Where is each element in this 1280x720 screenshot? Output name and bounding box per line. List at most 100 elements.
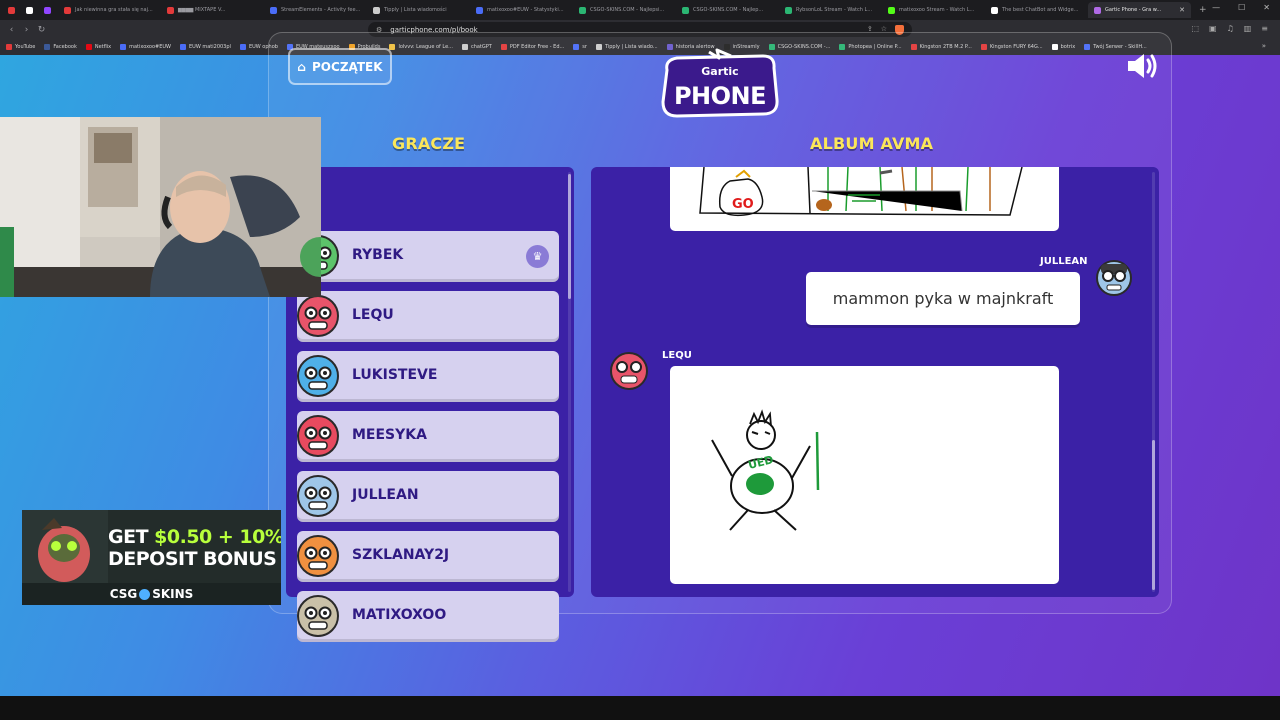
drawing-money-text: GO (732, 197, 754, 212)
players-scrollbar-thumb[interactable] (568, 174, 571, 299)
tab-label: CSGO-SKINS.COM - Najlep... (693, 7, 764, 13)
player-avatar-icon (297, 475, 339, 517)
start-button[interactable]: ⌂ POCZĄTEK (288, 48, 392, 85)
tab-favicon-icon (8, 6, 15, 14)
logo-text-bottom: PHONE (673, 82, 767, 110)
tab-label: CSGO-SKINS.COM - Najlepsi... (590, 7, 665, 13)
browser-tab[interactable]: Tipply | Lista wiadomości (367, 2, 470, 18)
players-heading: GRACZE (392, 134, 466, 153)
drawing-author-name: LEQU (662, 350, 692, 361)
bookmark-item[interactable]: Facebook (44, 44, 83, 50)
bookmark-favicon-icon (180, 44, 186, 50)
tab-favicon-icon (476, 6, 483, 14)
player-avatar-icon (297, 595, 339, 637)
browser-tab[interactable] (4, 2, 22, 18)
start-button-label: POCZĄTEK (312, 59, 383, 74)
tab-label: RybsonLoL Stream - Watch L... (796, 7, 873, 13)
bookmark-item[interactable]: YouTube (6, 44, 41, 50)
tab-favicon-icon (888, 6, 895, 14)
browser-tab[interactable]: CSGO-SKINS.COM - Najlep... (676, 2, 779, 18)
bookmark-label: EUW mati2003pl (189, 44, 231, 50)
minimize-icon[interactable]: — (1212, 3, 1220, 12)
gartic-phone-logo: Gartic PHONE (657, 48, 783, 122)
tab-favicon-icon (64, 6, 71, 14)
back-icon[interactable]: ‹ (4, 25, 19, 35)
bookmark-item[interactable]: EUW mati2003pl (180, 44, 237, 50)
bookmark-item[interactable]: Netflix (85, 44, 117, 50)
tab-favicon-icon (270, 6, 277, 14)
sponsor-brand-logo-icon (139, 588, 151, 600)
sponsor-brand: CSG SKINS (22, 583, 281, 605)
window-controls: — ☐ ✕ (1212, 3, 1270, 12)
maximize-icon[interactable]: ☐ (1238, 3, 1245, 12)
tab-favicon-icon (167, 6, 174, 14)
wallet-icon[interactable]: ▣ (1209, 24, 1217, 33)
player-name: SZKLANAY2J (352, 547, 450, 563)
tab-label: Jak niewinna gra stała się naj... (75, 7, 153, 13)
browser-tab[interactable]: RybsonLoL Stream - Watch L... (779, 2, 882, 18)
album-scrollbar-thumb[interactable] (1152, 440, 1155, 590)
browser-tab[interactable]: matixoxoo#EUW - Statystyki... (470, 2, 573, 18)
bookmark-item[interactable]: matixoxoo#EUW (120, 44, 177, 50)
tab-favicon-icon (991, 6, 998, 14)
tab-label: matixoxoo#EUW - Statystyki... (487, 7, 564, 13)
lequ-avatar-icon (610, 352, 648, 390)
tab-label: matixoxoo Stream - Watch L... (899, 7, 975, 13)
browser-tab[interactable]: ▆▆▆▆ MIXTAPE V... (161, 2, 264, 18)
bookmarks-overflow-icon[interactable]: » (1262, 42, 1266, 50)
browser-tab[interactable] (40, 2, 58, 18)
player-name: JULLEAN (352, 487, 419, 503)
menu-icon[interactable]: ≡ (1261, 24, 1268, 33)
webcam-overlay (0, 117, 321, 297)
sponsor-subheadline: DEPOSIT BONUS (108, 548, 277, 570)
bookmark-favicon-icon (85, 44, 92, 50)
sponsor-banner[interactable]: GET $0.50 + 10% DEPOSIT BONUS CSG SKINS (22, 510, 281, 605)
home-icon: ⌂ (297, 59, 307, 74)
browser-tab[interactable]: StreamElements - Activity fee... (264, 2, 367, 18)
tab-label: The best ChatBot and Widge... (1002, 7, 1079, 13)
reload-icon[interactable]: ↻ (34, 25, 49, 35)
close-window-icon[interactable]: ✕ (1263, 3, 1270, 12)
forward-icon[interactable]: › (19, 25, 34, 35)
tab-favicon-icon (26, 6, 33, 14)
tab-label: ▆▆▆▆ MIXTAPE V... (178, 7, 226, 13)
sidebar-icon[interactable]: ▥ (1244, 24, 1252, 33)
player-avatar-icon (297, 355, 339, 397)
album-drawing-current: UED (670, 366, 1059, 584)
media-icon[interactable]: ♫ (1227, 24, 1234, 33)
bookmark-favicon-icon (44, 44, 51, 50)
bookmark-label: YouTube (15, 44, 36, 50)
tab-label: Gartic Phone - Gra w... (1105, 7, 1162, 13)
tab-favicon-icon (1094, 6, 1101, 14)
tab-favicon-icon (44, 6, 51, 14)
sponsor-headline-prefix: GET (108, 526, 155, 548)
player-name: LUKISTEVE (352, 367, 438, 383)
browser-tab[interactable]: matixoxoo Stream - Watch L... (882, 2, 985, 18)
sound-icon[interactable] (1125, 51, 1159, 81)
browser-tab-strip: Jak niewinna gra stała się naj... ▆▆▆▆ MI… (0, 0, 1280, 20)
tab-favicon-icon (373, 6, 380, 14)
tab-label: Tipply | Lista wiadomości (384, 7, 447, 13)
player-avatar-icon (297, 535, 339, 577)
browser-tab[interactable]: Gartic Phone - Gra w... ✕ (1088, 2, 1191, 18)
host-crown-icon: ♛ (526, 245, 549, 268)
new-tab-icon[interactable]: + (1199, 5, 1207, 15)
guess-text-bubble: mammon pyka w majnkraft (806, 272, 1080, 325)
tab-favicon-icon (785, 6, 792, 14)
jullean-avatar-icon (1096, 260, 1132, 296)
browser-tab[interactable] (22, 2, 40, 18)
tab-favicon-icon (579, 6, 586, 14)
player-name: LEQU (352, 307, 394, 323)
sponsor-character-icon (22, 510, 108, 583)
close-tab-icon[interactable]: ✕ (1179, 6, 1185, 14)
bookmark-favicon-icon (120, 44, 127, 50)
browser-tab[interactable]: Jak niewinna gra stała się naj... (58, 2, 161, 18)
album-drawing-previous: GO (670, 167, 1059, 231)
album-heading: ALBUM AVMA (810, 134, 934, 153)
browser-tab[interactable]: The best ChatBot and Widge... (985, 2, 1088, 18)
bookmark-favicon-icon (239, 44, 246, 50)
extension-icon[interactable]: ⬚ (1191, 24, 1199, 33)
browser-tab[interactable]: CSGO-SKINS.COM - Najlepsi... (573, 2, 676, 18)
player-name: MATIXOXOO (352, 607, 447, 623)
bottom-letterbox (0, 696, 1280, 720)
